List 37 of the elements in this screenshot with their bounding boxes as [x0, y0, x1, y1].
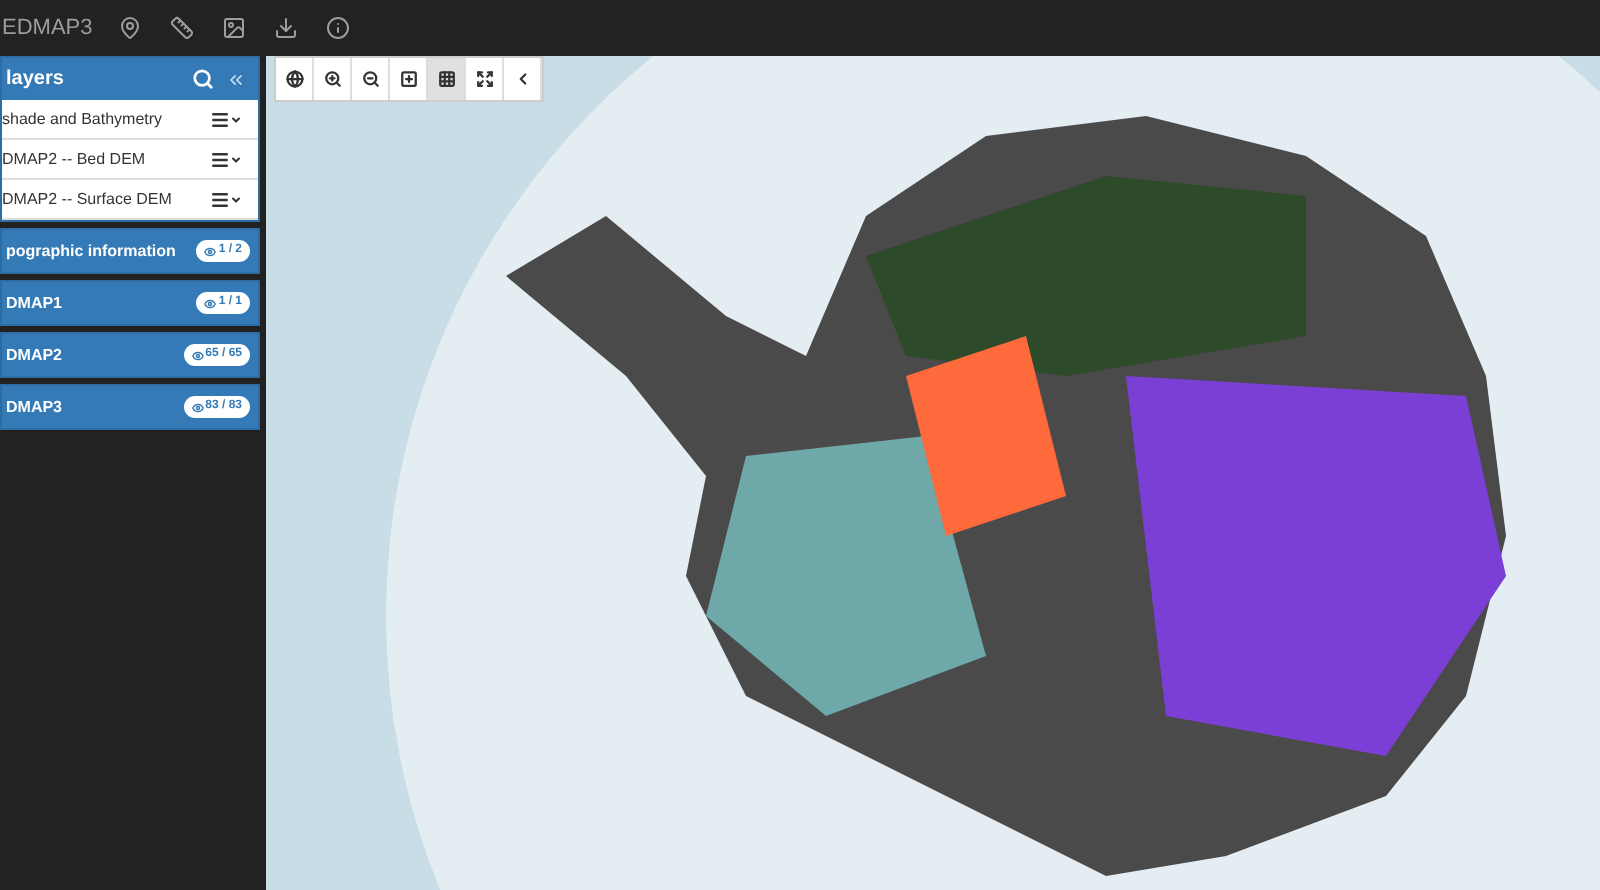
info-icon[interactable] — [326, 16, 350, 40]
collapse-icon[interactable] — [226, 69, 246, 89]
eye-icon — [204, 297, 217, 309]
menu-icon — [210, 109, 230, 129]
globe-icon — [285, 70, 303, 88]
layer-name: DMAP2 -- Bed DEM — [2, 147, 148, 171]
ruler-icon[interactable] — [170, 16, 194, 40]
eye-icon — [204, 245, 217, 257]
layer-menu-button[interactable] — [210, 149, 242, 169]
layer-menu-button[interactable] — [210, 109, 242, 129]
layer-name: DMAP2 -- Surface DEM — [2, 187, 174, 211]
grid-icon — [437, 70, 455, 88]
caret-down-icon — [230, 113, 242, 125]
zoom-out-icon — [361, 70, 379, 88]
eye-icon — [191, 401, 204, 413]
zoom-in-icon — [323, 70, 341, 88]
group-title: DMAP3 — [6, 395, 65, 419]
map-drawing[interactable] — [266, 56, 1600, 890]
download-icon[interactable] — [274, 16, 298, 40]
eye-icon — [191, 349, 204, 361]
menu-icon — [210, 149, 230, 169]
group-title: DMAP2 — [6, 343, 65, 367]
menu-icon — [210, 189, 230, 209]
panel-title: layers — [6, 66, 66, 94]
expand-icon — [475, 70, 493, 88]
group-title: pographic information — [6, 239, 178, 263]
image-icon[interactable] — [222, 16, 246, 40]
map-tool-button[interactable] — [428, 58, 466, 100]
search-icon[interactable] — [192, 68, 214, 90]
map-pin-icon[interactable] — [118, 16, 142, 40]
square-plus-icon — [399, 70, 417, 88]
app-title: EDMAP3 — [2, 13, 95, 44]
group-title: DMAP1 — [6, 291, 65, 315]
caret-down-icon — [230, 153, 242, 165]
layer-name: shade and Bathymetry — [2, 107, 165, 131]
layer-menu-button[interactable] — [210, 189, 242, 209]
caret-down-icon — [230, 193, 242, 205]
